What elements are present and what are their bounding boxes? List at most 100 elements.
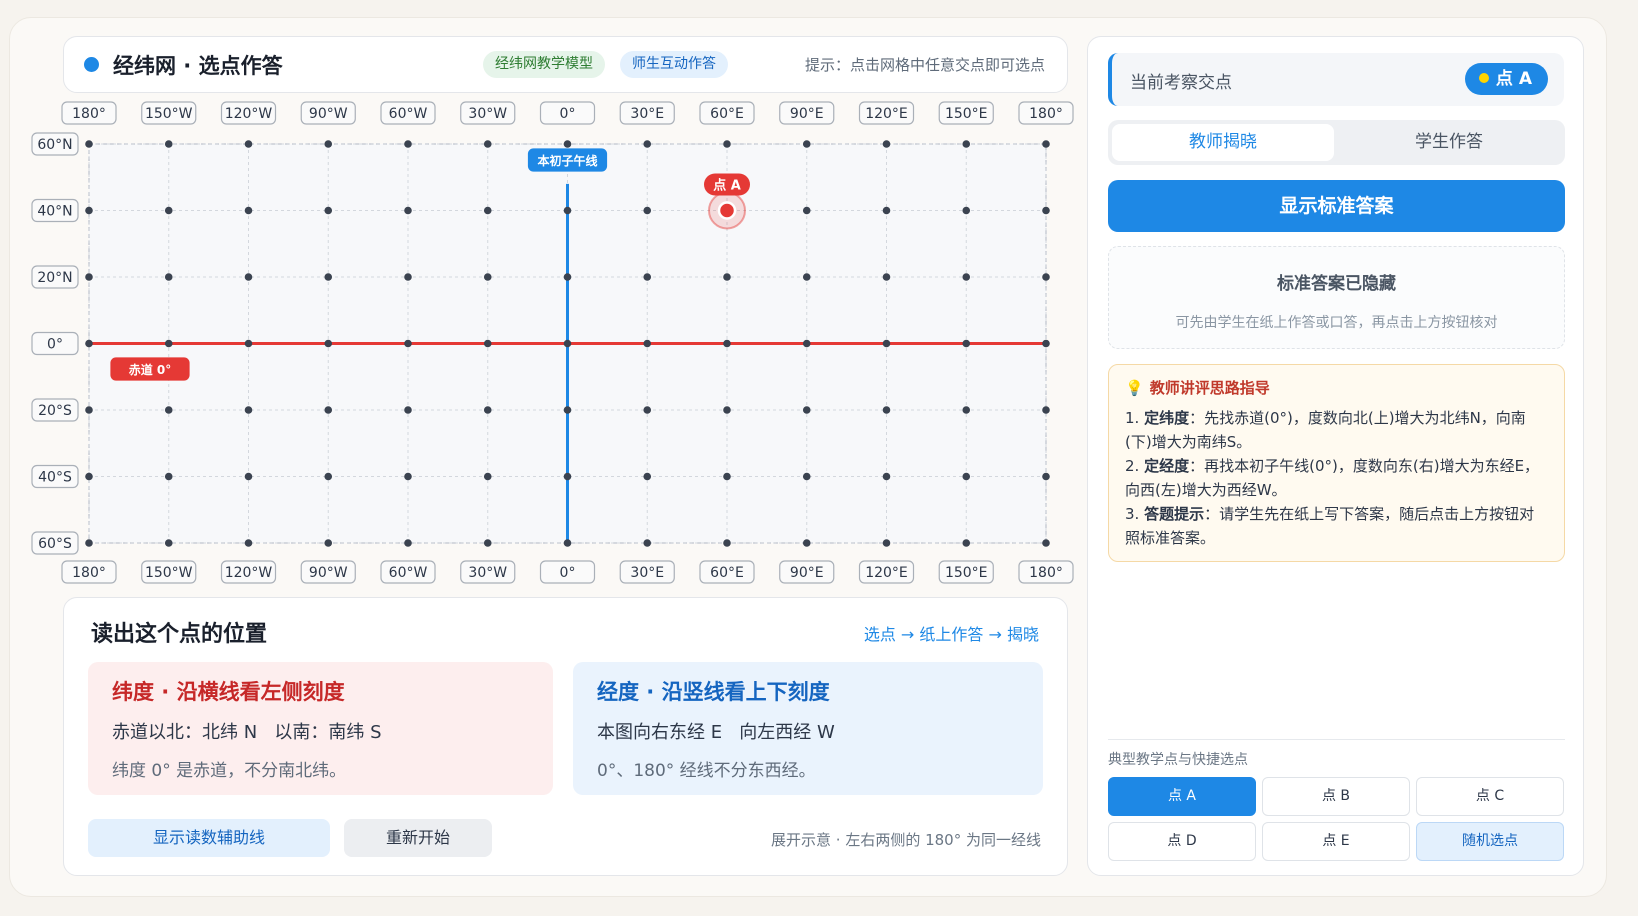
grid-intersection[interactable]	[882, 406, 891, 414]
grid-intersection[interactable]	[962, 140, 971, 148]
grid-intersection[interactable]	[483, 273, 492, 281]
lat-lon-grid-map[interactable]: 180° 180° 150°W 150°W 120°W 120°W 90°W 90°W 60°W…	[0, 0, 1080, 590]
grid-intersection[interactable]	[324, 140, 333, 148]
grid-intersection[interactable]	[563, 273, 572, 281]
grid-intersection[interactable]	[723, 140, 731, 148]
grid-intersection[interactable]	[962, 472, 971, 481]
grid-intersection[interactable]	[483, 140, 492, 148]
grid-intersection[interactable]	[802, 206, 811, 215]
grid-intersection[interactable]	[324, 539, 333, 547]
grid-intersection[interactable]	[244, 206, 253, 215]
tab-student-answer[interactable]: 学生作答	[1338, 124, 1560, 161]
grid-intersection[interactable]	[483, 206, 492, 215]
grid-intersection[interactable]	[85, 273, 93, 281]
grid-intersection[interactable]	[164, 273, 173, 281]
grid-intersection[interactable]	[563, 539, 572, 547]
grid-intersection[interactable]	[643, 406, 652, 414]
grid-intersection[interactable]	[802, 140, 811, 148]
grid-intersection[interactable]	[1042, 206, 1050, 215]
grid-intersection[interactable]	[85, 140, 93, 148]
grid-intersection[interactable]	[882, 339, 891, 348]
grid-intersection[interactable]	[882, 539, 891, 547]
grid-intersection[interactable]	[404, 140, 412, 148]
grid-intersection[interactable]	[563, 406, 572, 414]
grid-intersection[interactable]	[643, 539, 652, 547]
grid-intersection[interactable]	[164, 140, 173, 148]
grid-intersection[interactable]	[324, 339, 333, 348]
grid-intersection[interactable]	[483, 339, 492, 348]
grid-intersection[interactable]	[723, 273, 731, 281]
show-answer-button[interactable]: 显示标准答案	[1108, 180, 1565, 232]
grid-intersection[interactable]	[483, 472, 492, 481]
grid-intersection[interactable]	[483, 406, 492, 414]
random-point-button[interactable]: 随机选点	[1416, 822, 1564, 861]
quick-point-e-button[interactable]: 点 E	[1262, 822, 1410, 861]
grid-intersection[interactable]	[1042, 140, 1050, 148]
grid-intersection[interactable]	[563, 339, 572, 348]
grid-intersection[interactable]	[404, 406, 412, 414]
grid-intersection[interactable]	[324, 406, 333, 414]
grid-intersection[interactable]	[962, 206, 971, 215]
restart-button[interactable]: 重新开始	[344, 819, 492, 857]
grid-intersection[interactable]	[1042, 406, 1050, 414]
grid-intersection[interactable]	[643, 206, 652, 215]
grid-intersection[interactable]	[1042, 472, 1050, 481]
grid-intersection[interactable]	[962, 539, 971, 547]
grid-intersection[interactable]	[244, 406, 253, 414]
quick-point-d-button[interactable]: 点 D	[1108, 822, 1256, 861]
grid-intersection[interactable]	[85, 339, 93, 348]
grid-intersection[interactable]	[643, 273, 652, 281]
grid-intersection[interactable]	[164, 406, 173, 414]
quick-point-c-button[interactable]: 点 C	[1416, 777, 1564, 816]
grid-intersection[interactable]	[802, 406, 811, 414]
grid-intersection[interactable]	[244, 472, 253, 481]
grid-intersection[interactable]	[802, 539, 811, 547]
grid-intersection[interactable]	[563, 472, 572, 481]
grid-intersection[interactable]	[1042, 339, 1050, 348]
grid-intersection[interactable]	[324, 273, 333, 281]
grid-intersection[interactable]	[244, 339, 253, 348]
tab-teacher-reveal[interactable]: 教师揭晓	[1112, 124, 1334, 161]
grid-intersection[interactable]	[802, 472, 811, 481]
grid-intersection[interactable]	[723, 539, 731, 547]
grid-intersection[interactable]	[882, 140, 891, 148]
grid-intersection[interactable]	[164, 539, 173, 547]
grid-intersection[interactable]	[643, 339, 652, 348]
grid-intersection[interactable]	[962, 339, 971, 348]
grid-intersection[interactable]	[643, 472, 652, 481]
grid-intersection[interactable]	[962, 406, 971, 414]
selected-point-a[interactable]	[708, 191, 746, 230]
grid-intersection[interactable]	[723, 472, 731, 481]
grid-intersection[interactable]	[563, 206, 572, 215]
grid-intersection[interactable]	[244, 273, 253, 281]
grid-intersection[interactable]	[723, 406, 731, 414]
grid-intersection[interactable]	[483, 539, 492, 547]
grid-intersection[interactable]	[802, 273, 811, 281]
grid-intersection[interactable]	[404, 206, 412, 215]
quick-point-b-button[interactable]: 点 B	[1262, 777, 1410, 816]
grid-intersection[interactable]	[244, 140, 253, 148]
grid-intersection[interactable]	[244, 539, 253, 547]
grid-intersection[interactable]	[404, 273, 412, 281]
grid-intersection[interactable]	[164, 339, 173, 348]
grid-intersection[interactable]	[404, 472, 412, 481]
grid-intersection[interactable]	[404, 339, 412, 348]
grid-intersection[interactable]	[882, 472, 891, 481]
show-helper-lines-button[interactable]: 显示读数辅助线	[88, 819, 330, 857]
grid-intersection[interactable]	[164, 206, 173, 215]
grid-intersection[interactable]	[1042, 539, 1050, 547]
grid-intersection[interactable]	[962, 273, 971, 281]
grid-intersection[interactable]	[164, 472, 173, 481]
grid-intersection[interactable]	[643, 140, 652, 148]
grid-intersection[interactable]	[85, 539, 93, 547]
grid-intersection[interactable]	[802, 339, 811, 348]
grid-intersection[interactable]	[404, 539, 412, 547]
grid-intersection[interactable]	[324, 206, 333, 215]
grid-intersection[interactable]	[324, 472, 333, 481]
grid-intersection[interactable]	[563, 140, 572, 148]
grid-intersection[interactable]	[882, 273, 891, 281]
grid-intersection[interactable]	[723, 339, 731, 348]
grid-intersection[interactable]	[85, 406, 93, 414]
grid-intersection[interactable]	[1042, 273, 1050, 281]
quick-point-a-button[interactable]: 点 A	[1108, 777, 1256, 816]
